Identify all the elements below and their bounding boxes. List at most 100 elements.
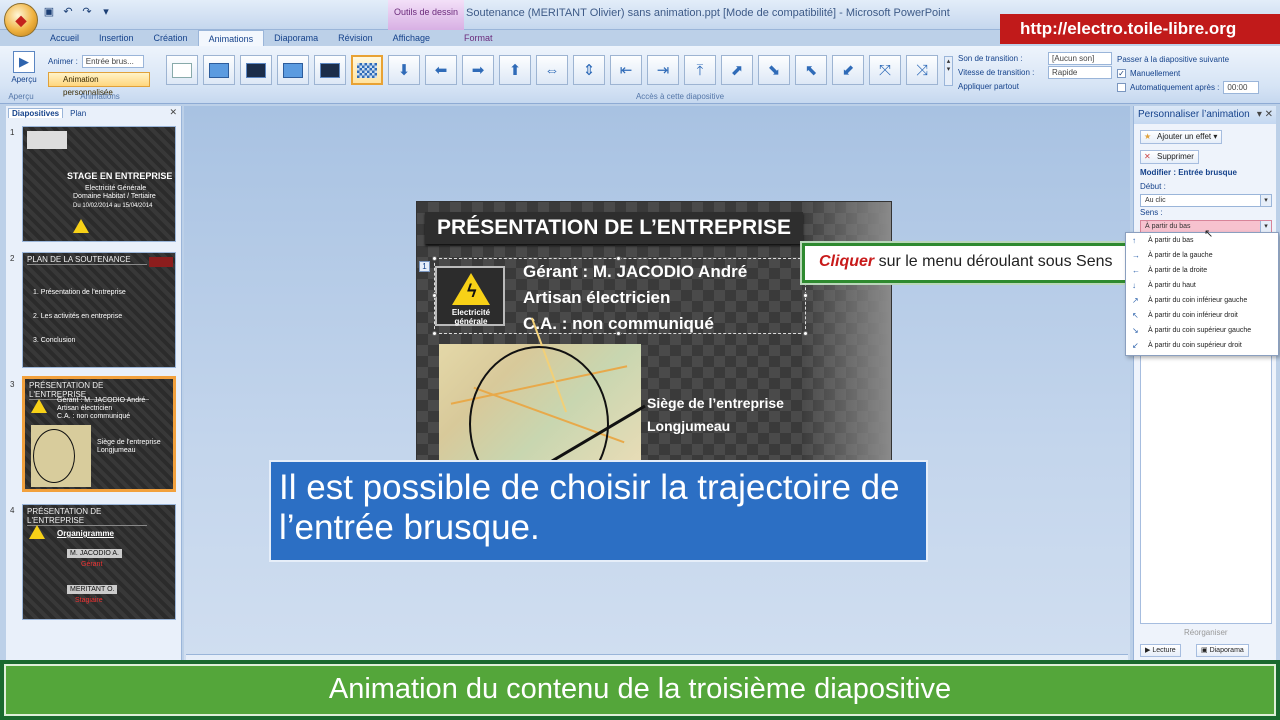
transition-dissolve[interactable] xyxy=(351,55,383,85)
animation-personnalisee-button[interactable]: Animation personnalisée xyxy=(48,72,150,97)
customize-icon[interactable]: ▾ xyxy=(99,5,113,19)
apercu-label: Aperçu xyxy=(11,75,37,84)
animation-list[interactable] xyxy=(1140,354,1272,624)
tab-animations[interactable]: Animations xyxy=(197,30,265,46)
group-label-apercu: Aperçu xyxy=(8,92,34,101)
auto-checkbox[interactable] xyxy=(1117,82,1126,92)
transition-zoom-out-icon[interactable]: ⤨ xyxy=(906,55,938,85)
warning-icon xyxy=(31,399,47,413)
appliquer-partout-button[interactable]: Appliquer partout xyxy=(958,82,1019,91)
animation-order-tag[interactable]: 1 xyxy=(419,261,430,272)
url-banner: http://electro.toile-libre.org xyxy=(1000,14,1280,44)
vitesse-select[interactable]: Rapide xyxy=(1048,65,1112,79)
sens-option[interactable]: ↓ À partir du haut xyxy=(1126,278,1278,293)
panel-close-icon[interactable]: ▾ ✕ xyxy=(1257,106,1273,124)
office-button[interactable]: ◆ xyxy=(4,3,38,37)
sens-option[interactable]: ↖ À partir du coin inférieur droit xyxy=(1126,308,1278,323)
diaporama-button[interactable]: ▣ Diaporama xyxy=(1196,644,1249,657)
resize-handle[interactable] xyxy=(616,331,621,336)
transition-cover-corner2-icon[interactable]: ⬊ xyxy=(758,55,790,85)
sens-option[interactable]: ↘ À partir du coin supérieur gauche xyxy=(1126,323,1278,338)
thumb-line: Electricité Générale xyxy=(85,185,147,192)
son-label: Son de transition : xyxy=(958,53,1023,63)
sens-option[interactable]: ← À partir de la droite xyxy=(1126,263,1278,278)
tab-affichage[interactable]: Affichage xyxy=(383,30,440,46)
option-label: À partir du bas xyxy=(1148,237,1194,244)
supprimer-button[interactable]: ✕ Supprimer xyxy=(1140,150,1199,164)
slide-thumbnail-4[interactable]: PRÉSENTATION DE L'ENTREPRISE Organigramm… xyxy=(22,504,176,620)
thumb-line: Artisan électricien xyxy=(57,405,113,412)
redo-icon[interactable]: ↷ xyxy=(80,5,94,19)
resize-handle[interactable] xyxy=(432,331,437,336)
manuellement-checkbox[interactable]: ✓ xyxy=(1117,68,1126,78)
tab-plan[interactable]: Plan xyxy=(67,109,89,118)
transition-wipe-up-icon[interactable]: ⬆ xyxy=(499,55,531,85)
instruction-emphasis: Cliquer xyxy=(819,253,875,270)
ribbon-tabs: Accueil Insertion Création Animations Di… xyxy=(40,30,503,46)
resize-handle[interactable] xyxy=(803,293,808,298)
debut-select[interactable]: Au clic ▾ xyxy=(1140,194,1272,207)
arrow-right-icon: → xyxy=(1132,251,1140,260)
panel-title: Personnaliser l’animation xyxy=(1138,109,1250,120)
mouse-cursor-icon: ↖ xyxy=(1204,228,1214,240)
transition-uncover-icon[interactable]: ⬋ xyxy=(832,55,864,85)
thumb-title: STAGE EN ENTREPRISE xyxy=(67,171,173,181)
save-icon[interactable]: ▣ xyxy=(42,5,56,19)
group-label-transitions: Accès à cette diapositive xyxy=(635,92,725,101)
sens-option[interactable]: ↙ À partir du coin supérieur droit xyxy=(1126,338,1278,353)
tab-diaporama[interactable]: Diaporama xyxy=(264,30,328,46)
warning-icon xyxy=(73,219,89,233)
ajouter-effet-button[interactable]: ★ Ajouter un effet ▾ xyxy=(1140,130,1223,144)
auto-label: Automatiquement après : xyxy=(1130,82,1220,92)
son-select[interactable]: [Aucun son] xyxy=(1048,51,1112,65)
slide-thumbnail-2[interactable]: PLAN DE LA SOUTENANCE 1. Présentation de… xyxy=(22,252,176,368)
transition-split-icon[interactable]: ⇔ xyxy=(536,55,568,85)
transition-fade-smooth[interactable] xyxy=(203,55,235,85)
option-label: À partir du coin supérieur gauche xyxy=(1148,327,1252,334)
transition-wipe-left-icon[interactable]: ⬅ xyxy=(425,55,457,85)
tab-format[interactable]: Format xyxy=(454,30,503,46)
transition-zoom-in-icon[interactable]: ⤧ xyxy=(869,55,901,85)
reorganiser-label[interactable]: Réorganiser xyxy=(1184,628,1228,637)
transition-none[interactable] xyxy=(166,55,198,85)
sens-option[interactable]: ↗ À partir du coin inférieur gauche xyxy=(1126,293,1278,308)
animer-select[interactable]: Entrée brus... xyxy=(81,55,144,68)
transition-wipe-right-icon[interactable]: ➡ xyxy=(462,55,494,85)
siege-text[interactable]: Siège de l’entreprise Longjumeau xyxy=(647,392,784,438)
transition-cut[interactable] xyxy=(277,55,309,85)
transition-split-vertical-icon[interactable]: ⇕ xyxy=(573,55,605,85)
close-icon[interactable]: ✕ xyxy=(169,107,177,118)
resize-handle[interactable] xyxy=(432,256,437,261)
arrow-up-left-icon: ↖ xyxy=(1132,311,1139,320)
chevron-down-icon[interactable]: ▾ xyxy=(1260,195,1271,206)
chevron-down-icon[interactable]: ▾ xyxy=(1260,221,1271,232)
thumb-line: Stagiaire xyxy=(75,597,103,604)
gallery-scroll[interactable]: ▴ ▾ xyxy=(944,56,953,86)
lecture-button[interactable]: ▶ Lecture xyxy=(1140,644,1181,657)
transition-push-right-icon[interactable]: ⇥ xyxy=(647,55,679,85)
resize-handle[interactable] xyxy=(432,293,437,298)
sens-option[interactable]: ↑ À partir du bas xyxy=(1126,233,1278,248)
transition-box-icon[interactable]: ⬉ xyxy=(795,55,827,85)
auto-time-input[interactable]: 00:00 xyxy=(1223,80,1260,94)
transition-cut-black[interactable] xyxy=(314,55,346,85)
transition-cover-corner-icon[interactable]: ⬈ xyxy=(721,55,753,85)
tab-insertion[interactable]: Insertion xyxy=(89,30,144,46)
transition-push-left-icon[interactable]: ⇤ xyxy=(610,55,642,85)
transition-cover-up-icon[interactable]: ⤒ xyxy=(684,55,716,85)
sens-option[interactable]: → À partir de la gauche xyxy=(1126,248,1278,263)
slide-thumbnail-1[interactable]: STAGE EN ENTREPRISE Electricité Générale… xyxy=(22,126,176,242)
tab-diapositives[interactable]: Diapositives xyxy=(8,108,64,118)
quick-access-toolbar: ▣ ↶ ↷ ▾ xyxy=(42,5,113,19)
transition-fade-black[interactable] xyxy=(240,55,272,85)
apercu-button[interactable]: ▶ Aperçu xyxy=(10,51,38,84)
slide-thumbnail-3[interactable]: PRÉSENTATION DE L'ENTREPRISE Gérant : M.… xyxy=(22,376,176,492)
transition-wipe-down-icon[interactable]: ⬇ xyxy=(388,55,420,85)
tab-revision[interactable]: Révision xyxy=(328,30,383,46)
tab-accueil[interactable]: Accueil xyxy=(40,30,89,46)
instruction-callout-text: Cliquer sur le menu déroulant sous Sens xyxy=(805,246,1161,280)
resize-handle[interactable] xyxy=(616,256,621,261)
resize-handle[interactable] xyxy=(803,331,808,336)
undo-icon[interactable]: ↶ xyxy=(61,5,75,19)
tab-creation[interactable]: Création xyxy=(144,30,198,46)
